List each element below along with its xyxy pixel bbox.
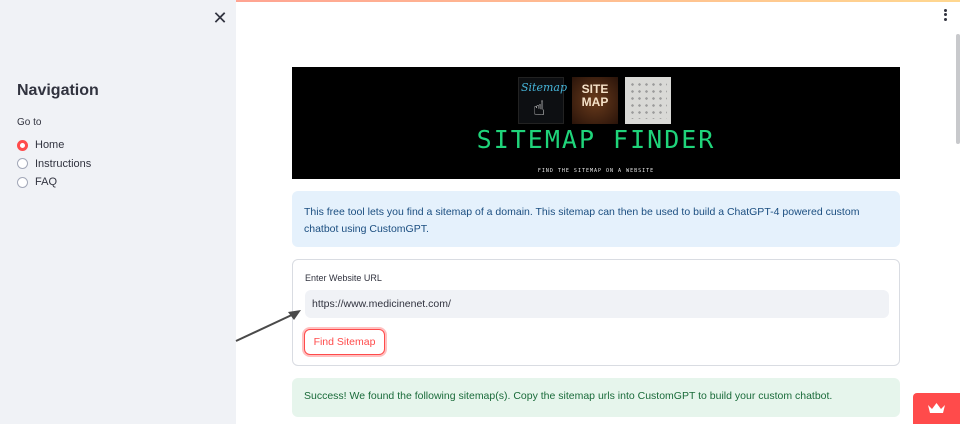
success-alert: Success! We found the following sitemap(… — [292, 378, 900, 417]
banner-thumb-text: SITE MAP — [581, 82, 609, 109]
radio-unselected-icon — [17, 158, 28, 170]
hand-pointer-icon: ☝ — [533, 98, 546, 120]
banner-thumb-text: Sitemap — [521, 81, 568, 94]
banner-title: SITEMAP FINDER — [476, 125, 716, 154]
url-form: Enter Website URL Find Sitemap — [292, 259, 900, 366]
radio-option-home[interactable]: Home — [17, 136, 91, 155]
banner-thumb-tree — [625, 77, 671, 124]
radio-option-label: FAQ — [35, 176, 58, 189]
scrollbar[interactable] — [956, 34, 960, 144]
sidebar-title: Navigation — [17, 82, 99, 99]
url-input[interactable] — [305, 290, 889, 318]
close-icon[interactable]: ✕ — [210, 8, 230, 28]
sitemap-tree-icon — [629, 81, 667, 119]
info-alert: This free tool lets you find a sitemap o… — [292, 191, 900, 247]
goto-label: Go to — [17, 117, 42, 128]
radio-unselected-icon — [17, 176, 28, 188]
annotation-arrow-icon — [235, 310, 301, 342]
banner-thumb-sitemap: Sitemap ☝ — [518, 77, 568, 124]
radio-option-label: Home — [35, 139, 65, 152]
radio-option-instructions[interactable]: Instructions — [17, 155, 91, 174]
radio-selected-icon — [17, 139, 28, 151]
radio-option-label: Instructions — [35, 157, 92, 170]
navigation-radio-group: Home Instructions FAQ — [17, 136, 91, 192]
crown-icon — [928, 403, 945, 413]
find-sitemap-button[interactable]: Find Sitemap — [304, 329, 385, 355]
sidebar: ✕ Navigation Go to Home Instructions FAQ — [0, 0, 236, 424]
vertical-dots-icon[interactable] — [940, 8, 950, 24]
banner-image: Sitemap ☝ SITE MAP SITEMAP FINDER FIND T… — [292, 67, 900, 179]
radio-option-faq[interactable]: FAQ — [17, 173, 91, 192]
url-field-label: Enter Website URL — [305, 273, 382, 283]
streamlit-badge[interactable] — [913, 393, 960, 424]
banner-subtitle: FIND THE SITEMAP ON A WEBSITE — [537, 168, 655, 174]
banner-thumb-sitemap-brown: SITE MAP — [572, 77, 618, 124]
